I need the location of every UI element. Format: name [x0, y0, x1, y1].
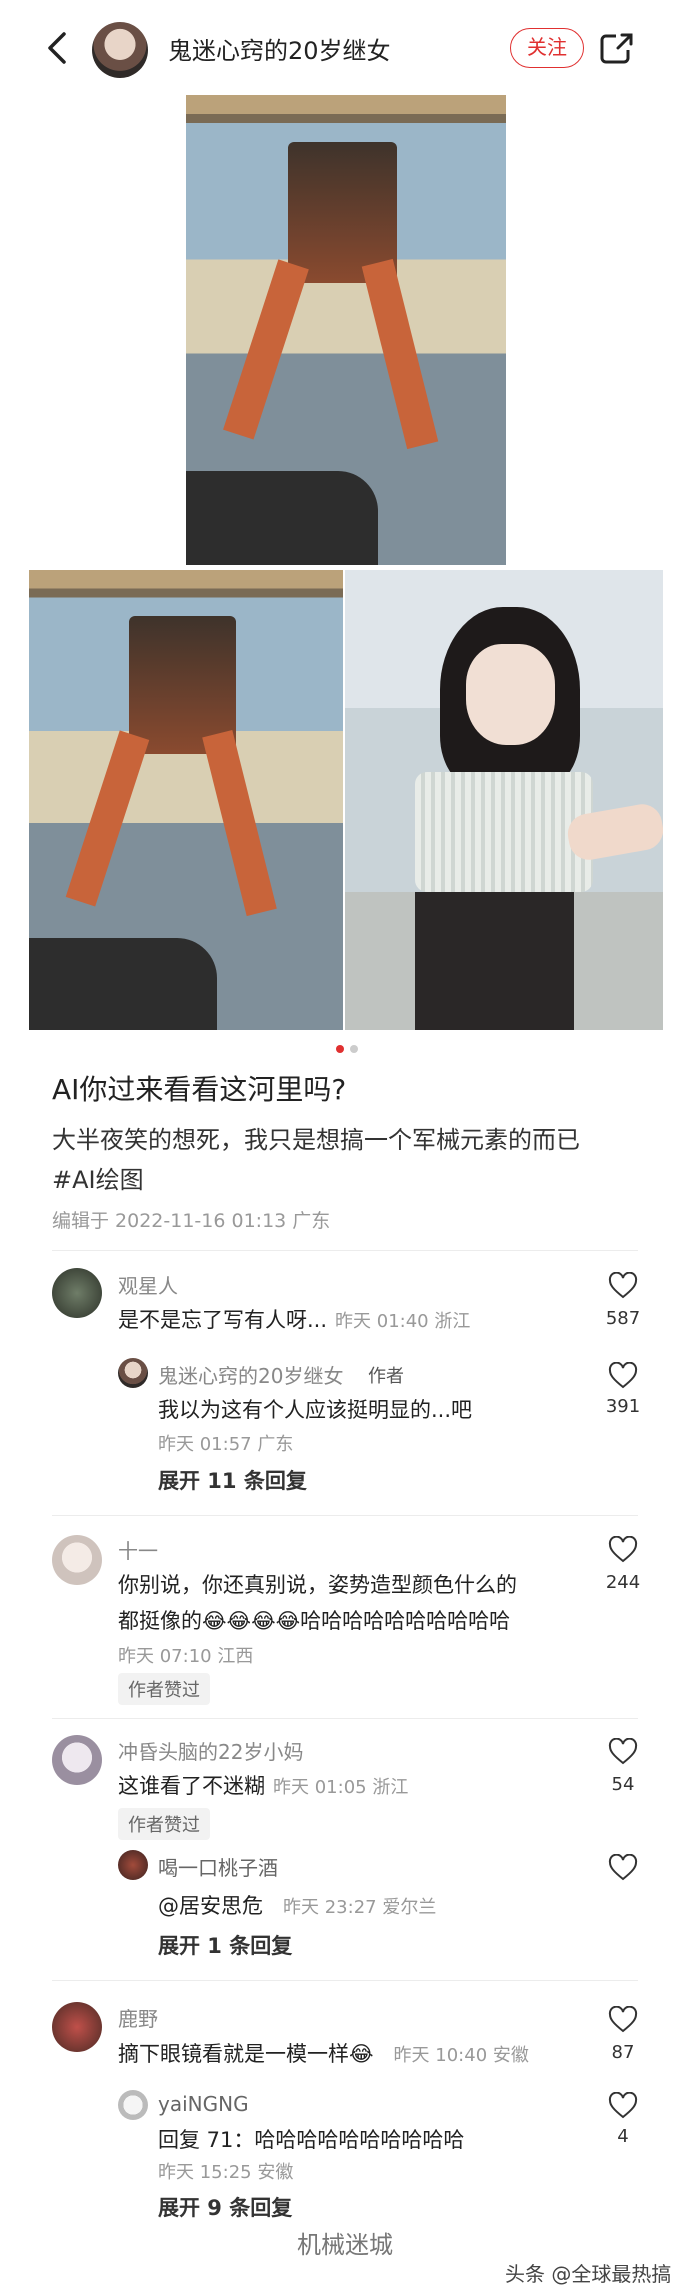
post-title: AI你过来看看这河里吗?	[52, 1073, 347, 1106]
reply-avatar[interactable]	[118, 1850, 148, 1880]
comment-text[interactable]: 你别说，你还真别说，姿势造型颜色什么的 都挺像的😂😂😂😂哈哈哈哈哈哈哈哈哈哈	[118, 1567, 588, 1639]
reply-name[interactable]: 喝一口桃子酒	[158, 1852, 278, 1881]
top-bar: 鬼迷心窍的20岁继女 关注	[0, 0, 690, 96]
reply-name[interactable]: yaiNGNG	[158, 2092, 249, 2116]
divider	[52, 1718, 638, 1719]
comment-meta: 昨天 10:40 安徽	[393, 2045, 529, 2066]
reply-avatar[interactable]	[118, 1358, 148, 1388]
like-heart-icon[interactable]	[608, 1362, 638, 1390]
comment-meta: 昨天 07:10 江西	[118, 1646, 254, 1667]
commenter-name[interactable]: 观星人	[118, 1270, 178, 1299]
commenter-avatar[interactable]	[52, 2002, 102, 2052]
comment-body: 这谁看了不迷糊	[118, 1774, 265, 1798]
comment-text[interactable]: 摘下眼镜看就是一模一样😂 昨天 10:40 安徽	[118, 2036, 529, 2074]
carousel-dot-active[interactable]	[336, 1045, 344, 1053]
expand-replies-button[interactable]: 展开 11 条回复	[158, 1465, 307, 1495]
post-body: 大半夜笑的想死，我只是想搞一个军械元素的而已 #AI绘图	[52, 1120, 652, 1200]
divider	[52, 1515, 638, 1516]
post-body-text: 大半夜笑的想死，我只是想搞一个军械元素的而已	[52, 1126, 580, 1154]
like-count: 87	[611, 2042, 635, 2063]
like-heart-icon[interactable]	[608, 1272, 638, 1300]
author-tag: 作者	[368, 1366, 404, 1387]
source-tag: 头条 @全球最热搞笑	[505, 2262, 672, 2292]
commenter-name[interactable]: 十一	[118, 1535, 158, 1564]
edit-info: 编辑于 2022-11-16 01:13 广东	[52, 1210, 331, 1232]
like-count: 244	[605, 1572, 641, 1593]
back-arrow-icon[interactable]	[44, 30, 72, 66]
like-count: 587	[605, 1308, 641, 1329]
post-image-robot-painting[interactable]	[186, 95, 506, 565]
commenter-name[interactable]: 鹿野	[118, 2003, 158, 2032]
comment-meta: 昨天 01:40 浙江	[335, 1311, 471, 1332]
comment-line: 都挺像的😂😂😂😂哈哈哈哈哈哈哈哈哈哈	[118, 1609, 511, 1633]
like-heart-icon[interactable]	[608, 1536, 638, 1564]
divider	[52, 1250, 638, 1251]
like-heart-icon[interactable]	[608, 1738, 638, 1766]
post-image-girl-photo[interactable]	[345, 570, 663, 1030]
reply-body: @居安思危	[158, 1894, 263, 1918]
expand-replies-button[interactable]: 展开 1 条回复	[158, 1930, 292, 1960]
comment-body: 是不是忘了写有人呀...	[118, 1308, 328, 1332]
post-image-robot-painting-compare[interactable]	[29, 570, 343, 1030]
expand-replies-button[interactable]: 展开 9 条回复	[158, 2192, 292, 2222]
post-hashtag[interactable]: #AI绘图	[52, 1160, 652, 1200]
commenter-avatar[interactable]	[52, 1268, 102, 1318]
like-heart-icon[interactable]	[608, 2092, 638, 2120]
reply-meta: 昨天 15:25 安徽	[158, 2162, 294, 2183]
carousel-dot[interactable]	[350, 1045, 358, 1053]
like-count: 4	[617, 2126, 629, 2147]
comment-body: 摘下眼镜看就是一模一样😂	[118, 2042, 374, 2066]
author-avatar[interactable]	[92, 22, 148, 78]
comment-text[interactable]: 这谁看了不迷糊 昨天 01:05 浙江	[118, 1768, 408, 1806]
author-liked-badge: 作者赞过	[118, 1673, 210, 1705]
comment-text[interactable]: 是不是忘了写有人呀... 昨天 01:40 浙江	[118, 1302, 470, 1340]
divider	[52, 1980, 638, 1981]
commenter-avatar[interactable]	[52, 1735, 102, 1785]
like-count: 391	[605, 1396, 641, 1417]
reply-text[interactable]: @居安思危 昨天 23:27 爱尔兰	[158, 1888, 436, 1926]
like-heart-icon[interactable]	[608, 2006, 638, 2034]
author-liked-badge: 作者赞过	[118, 1808, 210, 1840]
commenter-name[interactable]: 冲昏头脑的22岁小妈	[118, 1736, 303, 1765]
carousel-indicator	[336, 1045, 358, 1053]
reply-name[interactable]: 鬼迷心窍的20岁继女	[158, 1360, 343, 1389]
like-count: 54	[611, 1774, 635, 1795]
reply-text[interactable]: 回复 71：哈哈哈哈哈哈哈哈哈哈	[158, 2122, 464, 2158]
reply-meta: 昨天 23:27 爱尔兰	[283, 1897, 437, 1918]
like-heart-icon[interactable]	[608, 1854, 638, 1882]
comment-meta: 昨天 01:05 浙江	[273, 1777, 409, 1798]
watermark-text: 机械迷城	[297, 2231, 393, 2259]
reply-text[interactable]: 我以为这有个人应该挺明显的...吧	[158, 1392, 472, 1428]
share-icon[interactable]	[596, 28, 636, 68]
comment-line: 你别说，你还真别说，姿势造型颜色什么的	[118, 1573, 517, 1597]
reply-avatar[interactable]	[118, 2090, 148, 2120]
author-name[interactable]: 鬼迷心窍的20岁继女	[168, 31, 391, 66]
follow-button[interactable]: 关注	[510, 28, 584, 68]
reply-meta: 昨天 01:57 广东	[158, 1434, 294, 1455]
commenter-avatar[interactable]	[52, 1535, 102, 1585]
